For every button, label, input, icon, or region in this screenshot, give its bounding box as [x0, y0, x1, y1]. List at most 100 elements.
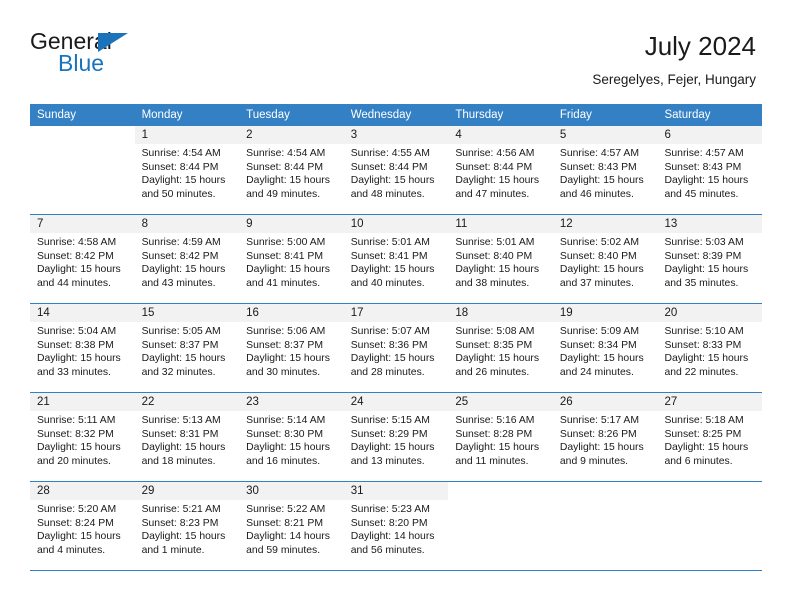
sunrise-text: Sunrise: 5:20 AM [37, 504, 117, 515]
calendar-page: General Blue July 2024 Seregelyes, Fejer… [0, 0, 792, 612]
calendar-day-cell[interactable]: 25 Sunrise: 5:16 AM Sunset: 8:28 PM Dayligh… [448, 393, 553, 481]
sunrise-text: Sunrise: 4:54 AM [141, 148, 221, 159]
day-details: Sunrise: 5:06 AM Sunset: 8:37 PM Daylight:… [239, 322, 344, 379]
calendar-day-cell[interactable]: 18 Sunrise: 5:08 AM Sunset: 8:35 PM Dayligh… [448, 304, 553, 392]
sunrise-text: Sunrise: 5:10 AM [664, 326, 744, 337]
calendar-day-cell[interactable]: 4 Sunrise: 4:56 AM Sunset: 8:44 PM Daylight… [448, 126, 553, 214]
day-number: 14 [30, 304, 135, 322]
calendar-day-cell[interactable]: 10 Sunrise: 5:01 AM Sunset: 8:41 PM Dayligh… [343, 215, 449, 303]
sunrise-text: Sunrise: 5:23 AM [350, 504, 430, 515]
day-details: Sunrise: 5:21 AM Sunset: 8:23 PM Daylight:… [135, 500, 240, 557]
day-details: Sunrise: 4:57 AM Sunset: 8:43 PM Daylight:… [553, 144, 658, 201]
day-details: Sunrise: 5:04 AM Sunset: 8:38 PM Daylight:… [30, 322, 135, 379]
daylight-text-line1: Daylight: 15 hours [246, 175, 330, 187]
calendar-day-cell[interactable]: 16 Sunrise: 5:06 AM Sunset: 8:37 PM Dayligh… [239, 304, 344, 392]
day-details: Sunrise: 5:01 AM Sunset: 8:41 PM Daylight:… [344, 233, 449, 290]
day-number [552, 482, 658, 500]
weekday-header-friday: Friday [559, 109, 592, 121]
day-details: Sunrise: 4:55 AM Sunset: 8:44 PM Daylight:… [344, 144, 449, 201]
calendar-day-cell[interactable]: 29 Sunrise: 5:21 AM Sunset: 8:23 PM Dayligh… [134, 482, 240, 570]
sunset-text: Sunset: 8:31 PM [141, 428, 219, 440]
sunrise-text: Sunrise: 4:58 AM [37, 237, 117, 248]
calendar-day-cell[interactable]: 23 Sunrise: 5:14 AM Sunset: 8:30 PM Dayligh… [239, 393, 344, 481]
day-number: 24 [343, 393, 449, 411]
daylight-text-line2: and 6 minutes. [664, 455, 733, 467]
daylight-text-line2: and 18 minutes. [141, 455, 216, 467]
daylight-text-line2: and 44 minutes. [37, 277, 111, 289]
daylight-text-line1: Daylight: 14 hours [246, 531, 330, 543]
day-number: 5 [552, 126, 658, 144]
calendar-day-cell[interactable]: 31 Sunrise: 5:23 AM Sunset: 8:20 PM Dayligh… [343, 482, 449, 570]
sunset-text: Sunset: 8:43 PM [664, 161, 742, 173]
calendar-day-cell[interactable]: 22 Sunrise: 5:13 AM Sunset: 8:31 PM Dayligh… [134, 393, 240, 481]
day-details: Sunrise: 4:56 AM Sunset: 8:44 PM Daylight:… [448, 144, 553, 201]
sunrise-text: Sunrise: 5:16 AM [455, 415, 535, 426]
calendar-day-cell[interactable]: 19 Sunrise: 5:09 AM Sunset: 8:34 PM Dayligh… [552, 304, 658, 392]
weekday-header-saturday: Saturday [664, 109, 711, 121]
day-number: 12 [552, 215, 658, 233]
daylight-text-line1: Daylight: 15 hours [246, 442, 330, 454]
day-details: Sunrise: 4:54 AM Sunset: 8:44 PM Daylight:… [239, 144, 344, 201]
day-details: Sunrise: 5:02 AM Sunset: 8:40 PM Daylight:… [553, 233, 658, 290]
day-number: 25 [448, 393, 553, 411]
sunset-text: Sunset: 8:34 PM [559, 339, 637, 351]
calendar-day-cell[interactable]: 7 Sunrise: 4:58 AM Sunset: 8:42 PM Daylight… [30, 215, 135, 303]
daylight-text-line2: and 49 minutes. [246, 188, 321, 200]
daylight-text-line1: Daylight: 15 hours [350, 264, 435, 276]
calendar-day-cell[interactable]: 13 Sunrise: 5:03 AM Sunset: 8:39 PM Dayligh… [657, 215, 763, 303]
sunset-text: Sunset: 8:44 PM [350, 161, 428, 173]
calendar-day-cell[interactable]: 17 Sunrise: 5:07 AM Sunset: 8:36 PM Dayligh… [343, 304, 449, 392]
day-details: Sunrise: 5:09 AM Sunset: 8:34 PM Daylight:… [553, 322, 658, 379]
daylight-text-line2: and 26 minutes. [455, 366, 530, 378]
weekday-header-row: Sunday Monday Tuesday Wednesday Thursday… [30, 104, 762, 126]
sunset-text: Sunset: 8:39 PM [664, 250, 742, 262]
sunrise-text: Sunrise: 5:15 AM [350, 415, 430, 426]
calendar-day-cell[interactable]: 12 Sunrise: 5:02 AM Sunset: 8:40 PM Dayligh… [552, 215, 658, 303]
calendar-day-cell[interactable]: 5 Sunrise: 4:57 AM Sunset: 8:43 PM Daylight… [552, 126, 658, 214]
day-number: 6 [657, 126, 763, 144]
calendar-day-cell[interactable]: 11 Sunrise: 5:01 AM Sunset: 8:40 PM Dayligh… [448, 215, 553, 303]
calendar-day-cell[interactable]: 8 Sunrise: 4:59 AM Sunset: 8:42 PM Daylight… [134, 215, 240, 303]
day-number: 27 [657, 393, 763, 411]
weekday-header-thursday: Thursday [455, 109, 504, 121]
calendar-grid: Sunday Monday Tuesday Wednesday Thursday… [30, 104, 763, 571]
calendar-day-cell[interactable]: 20 Sunrise: 5:10 AM Sunset: 8:33 PM Dayligh… [657, 304, 763, 392]
daylight-text-line1: Daylight: 15 hours [455, 264, 540, 276]
day-number: 19 [552, 304, 658, 322]
daylight-text-line2: and 56 minutes. [350, 544, 425, 556]
sunset-text: Sunset: 8:33 PM [664, 339, 742, 351]
sunrise-text: Sunrise: 5:22 AM [246, 504, 326, 515]
daylight-text-line1: Daylight: 15 hours [350, 175, 435, 187]
calendar-day-cell[interactable]: 15 Sunrise: 5:05 AM Sunset: 8:37 PM Dayligh… [134, 304, 240, 392]
day-number: 29 [134, 482, 240, 500]
page-title: July 2024 [644, 31, 756, 61]
daylight-text-line2: and 20 minutes. [37, 455, 111, 467]
sunset-text: Sunset: 8:41 PM [350, 250, 428, 262]
day-number [657, 482, 763, 500]
calendar-day-cell[interactable]: 6 Sunrise: 4:57 AM Sunset: 8:43 PM Daylight… [657, 126, 763, 214]
calendar-day-cell[interactable]: 30 Sunrise: 5:22 AM Sunset: 8:21 PM Dayligh… [239, 482, 344, 570]
calendar-day-cell[interactable]: 1 Sunrise: 4:54 AM Sunset: 8:44 PM Daylight… [134, 126, 240, 214]
daylight-text-line1: Daylight: 15 hours [455, 353, 540, 365]
daylight-text-line2: and 9 minutes. [559, 455, 629, 467]
day-number: 15 [134, 304, 240, 322]
calendar-day-cell[interactable]: 26 Sunrise: 5:17 AM Sunset: 8:26 PM Dayligh… [552, 393, 658, 481]
sunrise-text: Sunrise: 5:02 AM [559, 237, 640, 248]
calendar-day-cell[interactable]: 9 Sunrise: 5:00 AM Sunset: 8:41 PM Daylight… [239, 215, 344, 303]
calendar-day-cell[interactable]: 2 Sunrise: 4:54 AM Sunset: 8:44 PM Daylight… [239, 126, 344, 214]
sunrise-text: Sunrise: 5:05 AM [141, 326, 221, 337]
calendar-day-cell[interactable]: 27 Sunrise: 5:18 AM Sunset: 8:25 PM Dayligh… [657, 393, 763, 481]
calendar-day-cell[interactable]: 21 Sunrise: 5:11 AM Sunset: 8:32 PM Dayligh… [30, 393, 135, 481]
daylight-text-line2: and 50 minutes. [141, 188, 216, 200]
day-details: Sunrise: 5:15 AM Sunset: 8:29 PM Daylight:… [344, 411, 449, 468]
calendar-day-cell[interactable]: 24 Sunrise: 5:15 AM Sunset: 8:29 PM Dayligh… [343, 393, 449, 481]
calendar-day-cell[interactable]: 3 Sunrise: 4:55 AM Sunset: 8:44 PM Daylight… [343, 126, 449, 214]
generalblue-logo[interactable]: General Blue [30, 30, 160, 78]
calendar-day-cell[interactable]: 28 Sunrise: 5:20 AM Sunset: 8:24 PM Dayligh… [30, 482, 135, 570]
day-number: 17 [343, 304, 449, 322]
sunset-text: Sunset: 8:36 PM [350, 339, 428, 351]
daylight-text-line2: and 33 minutes. [37, 366, 111, 378]
calendar-day-cell[interactable]: 14 Sunrise: 5:04 AM Sunset: 8:38 PM Dayligh… [30, 304, 135, 392]
sunrise-text: Sunrise: 4:56 AM [455, 148, 535, 159]
day-number: 7 [30, 215, 135, 233]
